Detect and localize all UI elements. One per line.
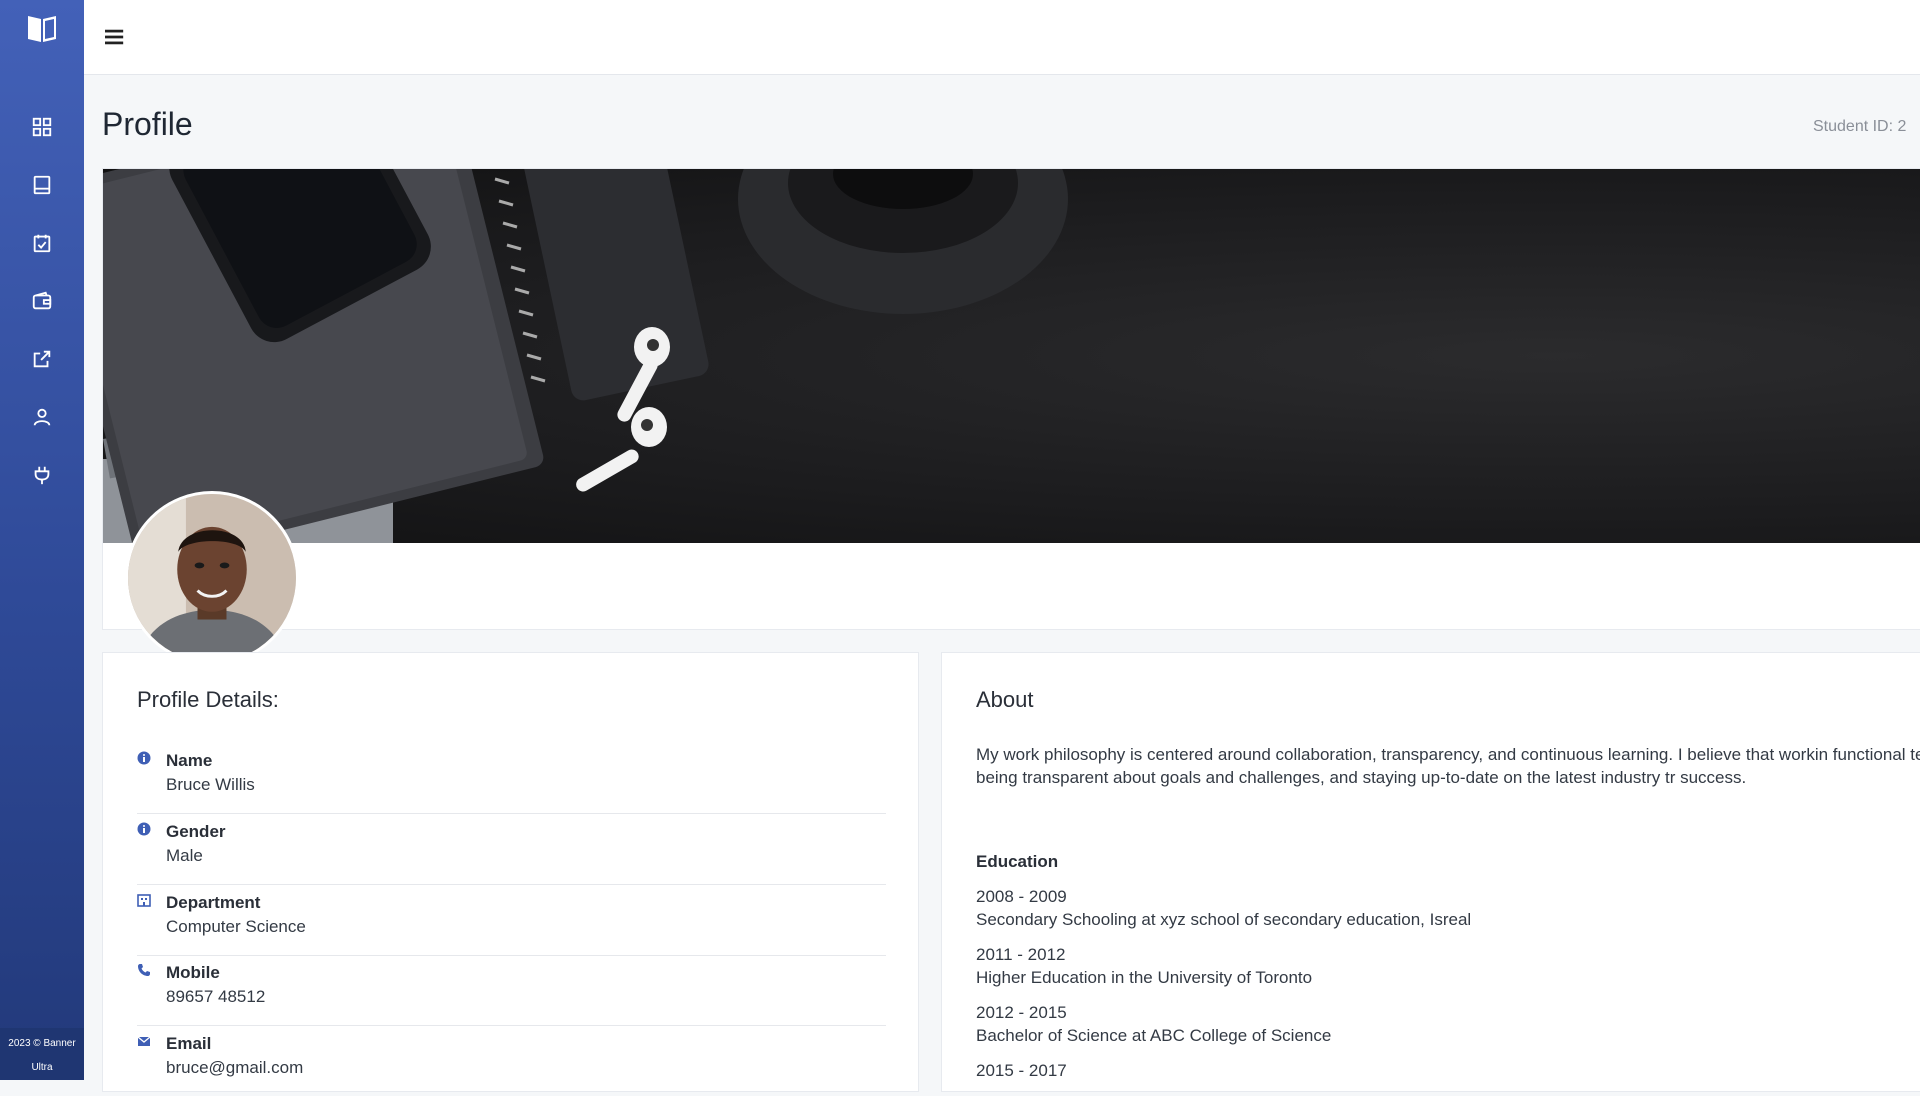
detail-row-email: Email bruce@gmail.com [137,1024,886,1096]
education-years: 2011 - 2012 [976,945,1066,964]
external-link-icon [33,350,51,368]
detail-value: Computer Science [166,917,306,936]
sidebar-footer: 2023 © Banner Ultra [0,1028,84,1080]
education-item: 2015 - 2017 [976,1059,1067,1082]
book-icon [33,175,51,195]
education-detail: Bachelor of Science at ABC College of Sc… [976,1026,1332,1045]
detail-value: 89657 48512 [166,987,266,1006]
nav-courses[interactable] [14,163,70,207]
education-detail: Higher Education in the University of To… [976,968,1313,987]
detail-row-department: Department Computer Science [137,883,886,956]
profile-details-title: Profile Details: [137,687,279,712]
education-years: 2012 - 2015 [976,1003,1067,1022]
wallet-icon [32,291,52,310]
topbar [84,0,1920,75]
sidebar: 2023 © Banner Ultra [0,0,84,1080]
phone-icon [138,964,150,976]
dashboard-grid-icon [32,117,52,137]
info-circle-icon [137,751,151,765]
about-title: About [976,687,1034,712]
profile-cover-card [102,168,1920,665]
plug-icon [34,466,50,485]
education-item: 2008 - 2009 Secondary Schooling at xyz s… [976,885,1471,931]
nav-fees[interactable] [14,279,70,323]
nav-links[interactable] [14,337,70,381]
nav-dashboard[interactable] [14,105,70,149]
nav-profile[interactable] [14,395,70,439]
education-item: 2012 - 2015 Bachelor of Science at ABC C… [976,1001,1331,1047]
student-id: Student ID: 2 [1813,118,1907,135]
page-title: Profile [102,106,193,142]
info-circle-icon [137,822,151,836]
education-item: 2011 - 2012 Higher Education in the Univ… [976,943,1312,989]
education-detail: Secondary Schooling at xyz school of sec… [976,910,1472,929]
detail-value: Male [166,846,203,865]
open-book-logo-icon[interactable] [22,12,62,44]
detail-label: Name [166,751,213,770]
detail-label: Mobile [166,963,220,982]
building-icon [137,894,151,907]
nav-integrations[interactable] [14,453,70,497]
hamburger-menu-icon[interactable] [100,22,130,52]
avatar [125,491,299,665]
cover-photo [103,169,1920,543]
calendar-check-icon [33,234,51,253]
detail-label: Email [166,1034,212,1053]
about-text: My work philosophy is centered around co… [976,745,1920,787]
footer-brand: Ultra [31,1062,53,1073]
detail-row-gender: Gender Male [137,812,886,885]
education-title: Education [976,852,1059,871]
detail-label: Gender [166,822,226,841]
profile-details-card: Profile Details: Name Bruce Willis Gende… [102,652,919,1092]
detail-label: Department [166,893,261,912]
user-icon [33,408,51,426]
education-years: 2015 - 2017 [976,1061,1067,1080]
nav-schedule[interactable] [14,221,70,265]
education-years: 2008 - 2009 [976,887,1067,906]
envelope-icon [137,1036,151,1046]
detail-value: Bruce Willis [166,775,255,794]
detail-row-mobile: Mobile 89657 48512 [137,953,886,1026]
detail-value[interactable]: bruce@gmail.com [166,1058,303,1078]
about-card: About My work philosophy is centered aro… [941,652,1920,1092]
footer-copyright: 2023 © Banner [8,1038,76,1049]
detail-row-name: Name Bruce Willis [137,741,886,814]
